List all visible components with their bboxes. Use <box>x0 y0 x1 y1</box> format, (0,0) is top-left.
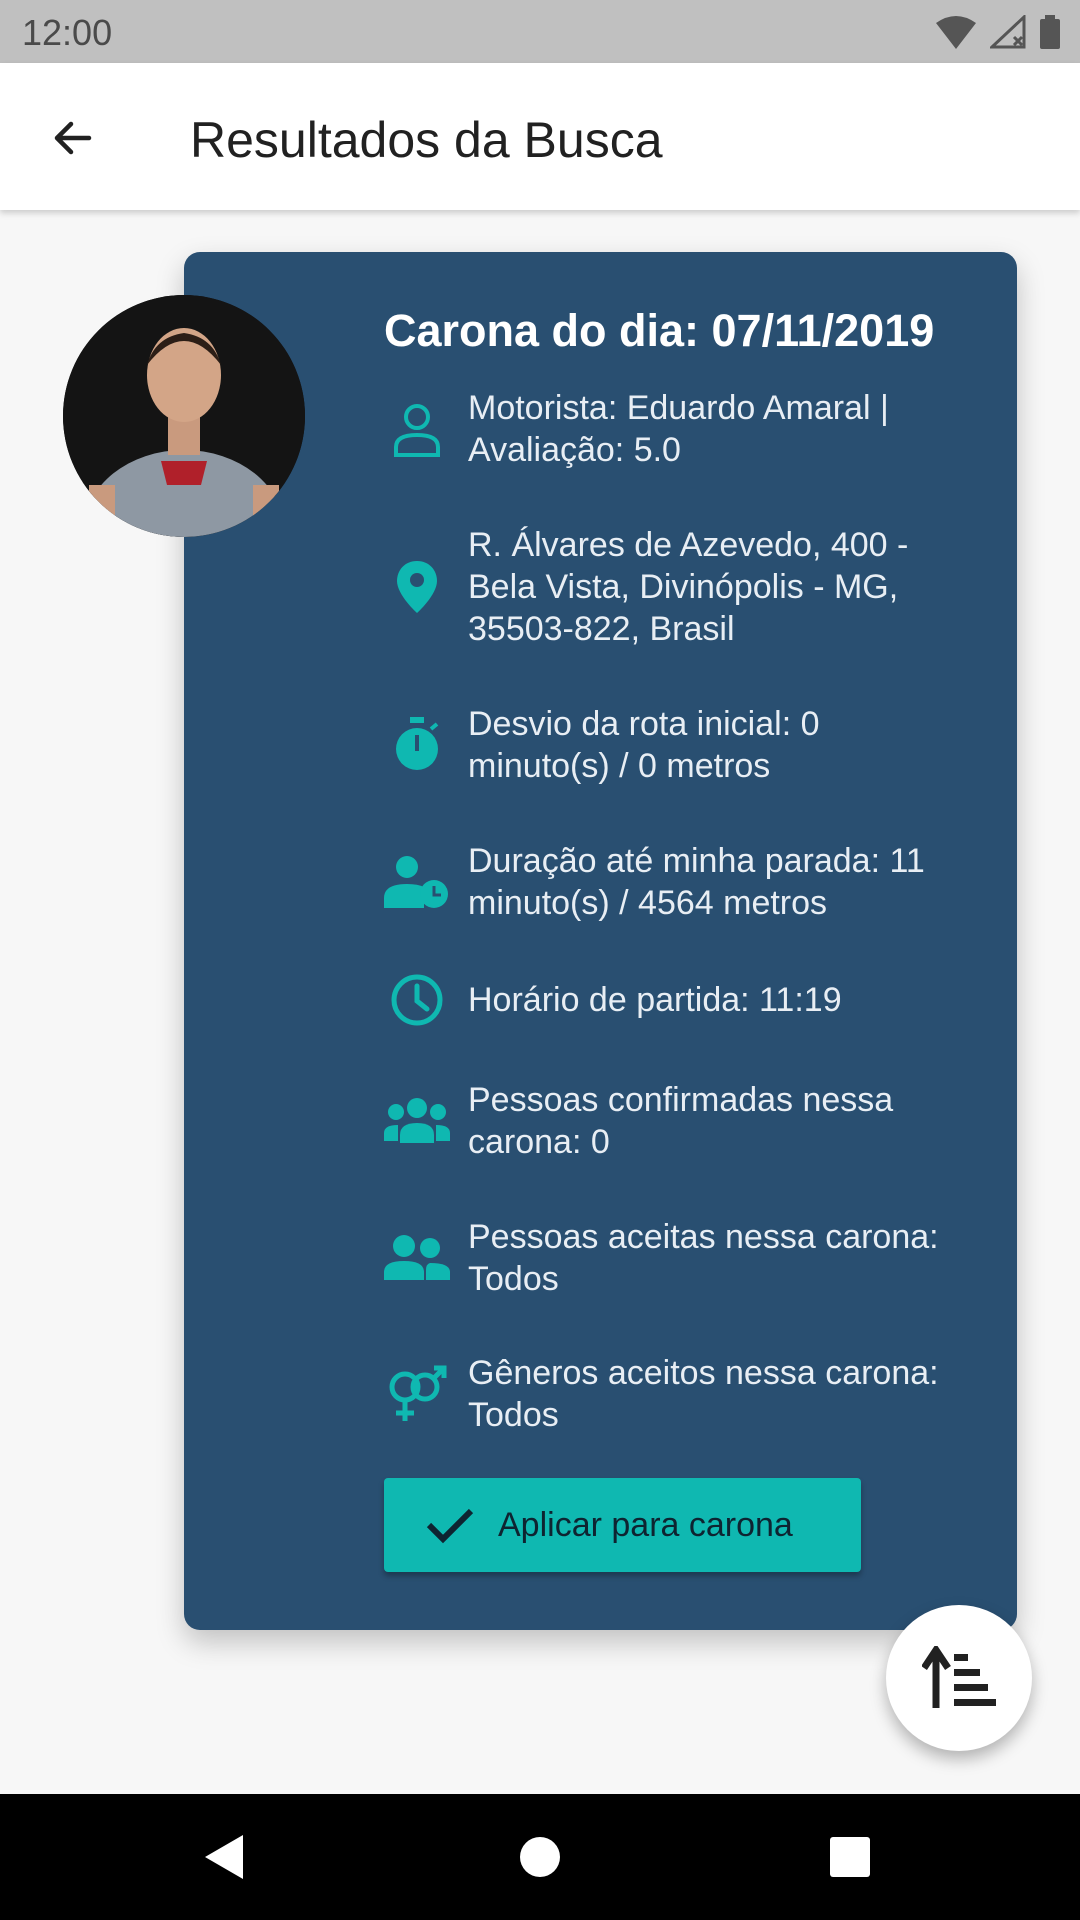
square-recents-icon <box>830 1837 870 1877</box>
address-line-1: R. Álvares de Azevedo, 400 - <box>468 526 909 564</box>
duration-row: Duração até minha parada: 11 minuto(s) /… <box>384 840 984 924</box>
rating-text: Avaliação: 5.0 <box>468 431 681 469</box>
genders-text-2: Todos <box>468 1396 559 1434</box>
address-line-2: Bela Vista, Divinópolis - MG, <box>468 568 899 606</box>
nav-home-button[interactable] <box>515 1832 565 1882</box>
back-button[interactable] <box>40 105 106 171</box>
check-icon <box>422 1497 478 1553</box>
accepted-people-text-1: Pessoas aceitas nessa carona: <box>468 1218 939 1256</box>
group-icon <box>384 1088 450 1154</box>
circle-home-icon <box>520 1837 560 1877</box>
system-nav-bar <box>0 1794 1080 1920</box>
confirmed-text-2: carona: 0 <box>468 1123 610 1161</box>
ride-date-title: Carona do dia: 07/11/2019 <box>384 305 935 356</box>
duration-text-1: Duração até minha parada: 11 <box>468 842 925 880</box>
page-title: Resultados da Busca <box>190 112 663 168</box>
person-outline-icon <box>384 396 450 462</box>
stopwatch-icon <box>384 712 450 778</box>
arrow-back-icon <box>54 121 92 155</box>
sort-ascending-icon <box>922 1646 996 1708</box>
genders-row: Gêneros aceitos nessa carona: Todos <box>384 1352 984 1436</box>
gender-icon <box>384 1361 450 1427</box>
address-row: R. Álvares de Azevedo, 400 - Bela Vista,… <box>384 524 984 650</box>
location-pin-icon <box>384 554 450 620</box>
departure-text: Horário de partida: 11:19 <box>468 981 842 1019</box>
driver-text: Motorista: Eduardo Amaral | <box>468 389 889 427</box>
accepted-people-text-2: Todos <box>468 1260 559 1298</box>
nav-recents-button[interactable] <box>825 1832 875 1882</box>
genders-text-1: Gêneros aceitos nessa carona: <box>468 1354 939 1392</box>
detour-row: Desvio da rota inicial: 0 minuto(s) / 0 … <box>384 703 984 787</box>
status-time: 12:00 <box>22 12 113 53</box>
nav-back-button[interactable] <box>200 1832 250 1882</box>
apply-ride-button[interactable]: Aplicar para carona <box>384 1478 861 1572</box>
sort-fab-button[interactable] <box>886 1605 1032 1751</box>
wifi-icon <box>936 16 976 49</box>
departure-row: Horário de partida: 11:19 <box>384 967 984 1033</box>
duration-text-2: minuto(s) / 4564 metros <box>468 884 828 922</box>
detour-text-2: minuto(s) / 0 metros <box>468 747 771 785</box>
accepted-people-row: Pessoas aceitas nessa carona: Todos <box>384 1216 984 1300</box>
clock-icon <box>384 967 450 1033</box>
detour-text-1: Desvio da rota inicial: 0 <box>468 705 820 743</box>
person-clock-icon <box>384 849 450 915</box>
cell-signal-icon <box>990 15 1026 49</box>
confirmed-row: Pessoas confirmadas nessa carona: 0 <box>384 1079 984 1163</box>
driver-avatar <box>63 295 305 537</box>
status-bar: 12:00 <box>0 0 1080 63</box>
address-line-3: 35503-822, Brasil <box>468 610 735 648</box>
people-icon <box>384 1225 450 1291</box>
apply-ride-label: Aplicar para carona <box>498 1505 793 1544</box>
triangle-back-icon <box>205 1835 243 1879</box>
confirmed-text-1: Pessoas confirmadas nessa <box>468 1081 894 1119</box>
battery-icon <box>1040 15 1060 49</box>
app-bar: Resultados da Busca <box>0 63 1080 210</box>
driver-row: Motorista: Eduardo Amaral | Avaliação: 5… <box>384 387 984 471</box>
